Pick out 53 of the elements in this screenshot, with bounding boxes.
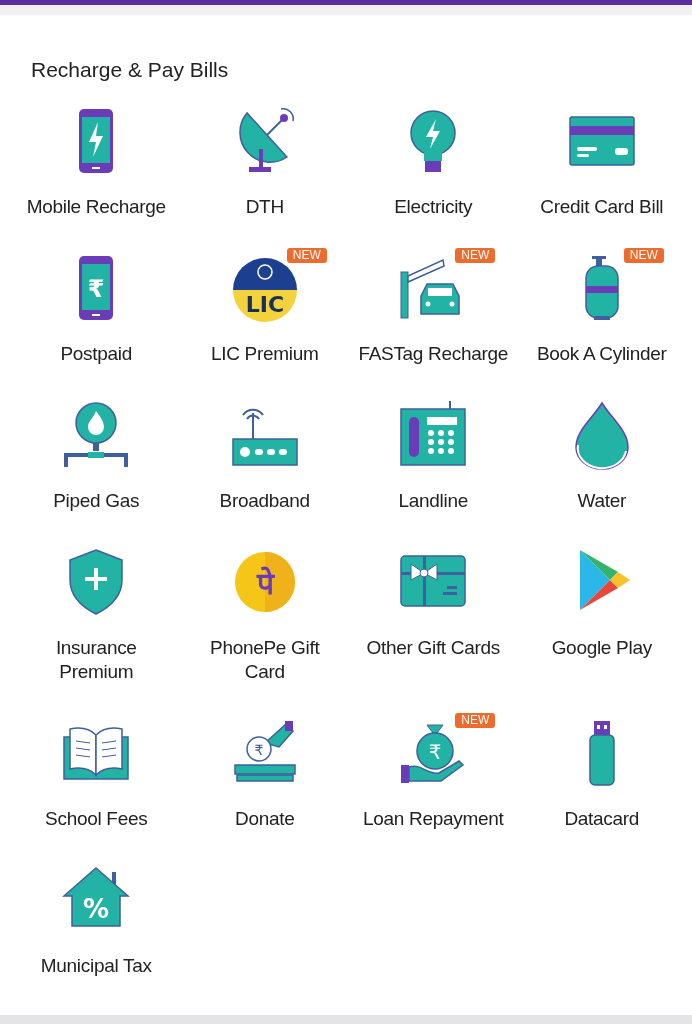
service-label[interactable]: LIC Premium <box>210 342 319 366</box>
money-bag-hand-icon <box>401 724 464 783</box>
donation-box-icon <box>234 721 296 782</box>
new-tag: NEW <box>455 248 496 263</box>
service-label[interactable]: Broadband <box>219 489 310 513</box>
gift-card-icon <box>400 555 466 607</box>
service-label[interactable]: Municipal Tax <box>40 954 152 978</box>
service-label[interactable]: Donate <box>235 807 295 831</box>
icon-symbol: ₹ <box>428 740 442 764</box>
play-store-icon <box>579 550 630 610</box>
phone-icon <box>79 109 114 173</box>
toll-gate-car-icon <box>400 258 460 319</box>
desk-phone-icon <box>400 401 466 466</box>
new-tag: NEW <box>455 713 496 728</box>
credit-card-icon <box>569 116 635 166</box>
new-tag: NEW <box>286 248 327 263</box>
usb-stick-icon <box>589 721 615 786</box>
icon-symbol: पे <box>256 566 274 601</box>
section-title: Recharge & Pay Bills <box>31 57 229 83</box>
icon-symbol: % <box>83 894 110 924</box>
service-label[interactable]: Postpaid <box>60 342 132 366</box>
service-label[interactable]: Book A Cylinder <box>536 342 667 366</box>
service-label[interactable]: Google Play <box>551 636 652 660</box>
new-tag: NEW <box>623 248 664 263</box>
service-label[interactable]: Insurance Premium <box>21 636 172 684</box>
service-label[interactable]: DTH <box>245 195 284 219</box>
phone-icon <box>79 256 114 320</box>
water-drop-icon <box>575 402 629 470</box>
service-label[interactable]: School Fees <box>45 807 148 831</box>
service-label[interactable]: Mobile Recharge <box>26 195 166 219</box>
lic-logo-icon <box>232 258 297 322</box>
open-book-icon <box>63 727 129 780</box>
service-label[interactable]: Loan Repayment <box>363 807 504 831</box>
gas-cylinder-icon <box>585 256 619 320</box>
gas-meter-icon <box>64 402 129 467</box>
wifi-router-icon <box>232 408 298 466</box>
service-label[interactable]: Landline <box>398 489 468 513</box>
phonepe-coin-icon <box>234 552 295 612</box>
house-percent-icon <box>62 867 131 927</box>
icon-symbol: ₹ <box>87 275 105 303</box>
service-label[interactable]: Water <box>577 489 626 513</box>
service-label[interactable]: FASTag Recharge <box>358 342 509 366</box>
service-label[interactable]: Electricity <box>394 195 473 219</box>
service-label[interactable]: Other Gift Cards <box>366 636 500 660</box>
shield-plus-icon <box>69 549 123 615</box>
icon-symbol: LIC <box>245 292 284 317</box>
service-label[interactable]: Credit Card Bill <box>540 195 664 219</box>
service-label[interactable]: Piped Gas <box>53 489 140 513</box>
service-label[interactable]: PhonePe Gift Card <box>189 636 340 684</box>
service-label[interactable]: Datacard <box>564 807 640 831</box>
light-bulb-icon <box>410 110 456 172</box>
satellite-dish-icon <box>239 108 294 172</box>
icon-symbol: ₹ <box>254 742 264 758</box>
